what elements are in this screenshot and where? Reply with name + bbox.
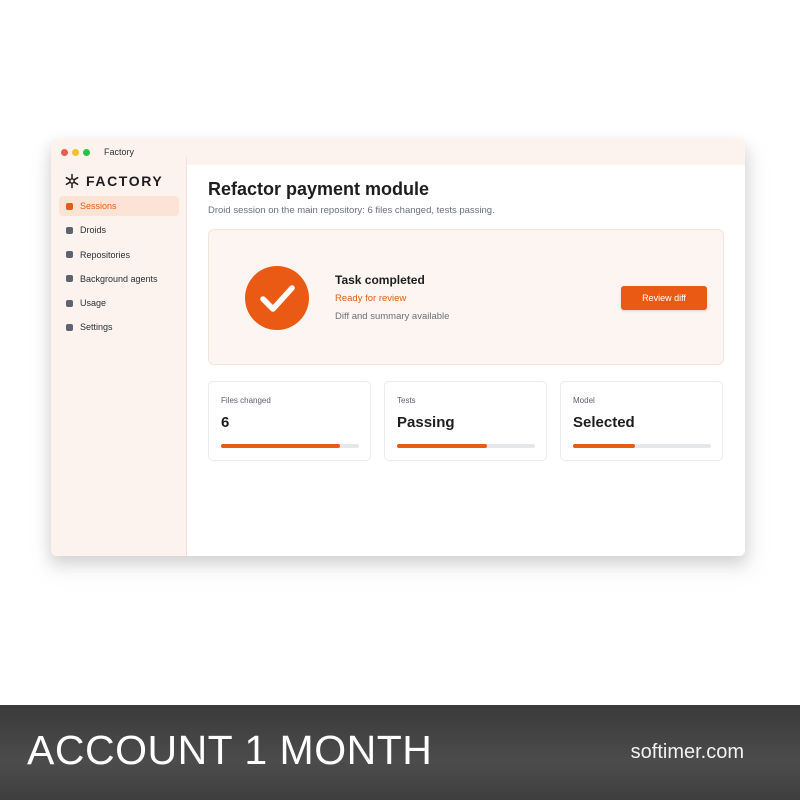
progress-track: [221, 444, 359, 448]
settings-icon: [66, 323, 73, 331]
task-status-note: Diff and summary available: [335, 311, 450, 322]
stat-label: Files changed: [221, 396, 271, 405]
canvas: Factory FACTORY Sessions Droids Reposito…: [0, 0, 800, 800]
stat-label: Model: [573, 396, 595, 405]
review-diff-button[interactable]: Review diff: [621, 286, 707, 310]
sidebar-item-droids[interactable]: Droids: [59, 220, 179, 240]
sidebar-item-usage[interactable]: Usage: [59, 293, 179, 313]
banner-site: softimer.com: [630, 741, 744, 763]
progress-fill: [573, 444, 636, 448]
sidebar-item-settings[interactable]: Settings: [59, 317, 179, 337]
progress-fill: [221, 444, 340, 448]
stat-label: Tests: [397, 396, 416, 405]
progress-track: [573, 444, 711, 448]
task-status-title: Task completed: [335, 273, 425, 287]
repositories-icon: [66, 251, 73, 259]
logo-text: FACTORY: [86, 173, 164, 189]
sidebar-nav: Sessions Droids Repositories Background …: [59, 196, 179, 342]
stat-card-files-changed: Files changed 6: [208, 381, 371, 461]
sidebar-item-label: Background agents: [80, 273, 158, 284]
task-status-card: Task completed Ready for review Diff and…: [208, 229, 724, 365]
sidebar-item-sessions[interactable]: Sessions: [59, 196, 179, 216]
sidebar-item-label: Droids: [80, 225, 107, 236]
promo-banner: ACCOUNT 1 MONTH softimer.com: [0, 705, 800, 800]
logo: FACTORY: [64, 173, 163, 189]
sidebar-item-label: Sessions: [80, 201, 117, 211]
stat-value: Selected: [573, 414, 635, 431]
usage-icon: [66, 299, 73, 307]
sidebar-item-label: Settings: [80, 322, 113, 333]
stat-card-tests: Tests Passing: [384, 381, 547, 461]
sidebar-item-label: Usage: [80, 298, 107, 309]
task-status-text: Ready for review: [335, 293, 407, 304]
sessions-icon: [66, 202, 73, 210]
progress-track: [397, 444, 535, 448]
stat-card-model: Model Selected: [560, 381, 723, 461]
background-agents-icon: [66, 275, 73, 283]
sidebar-item-label: Repositories: [80, 249, 131, 260]
droids-icon: [66, 226, 73, 234]
close-window-button[interactable]: [61, 148, 68, 156]
progress-fill: [397, 444, 487, 448]
maximize-window-button[interactable]: [83, 148, 90, 156]
stat-value: Passing: [397, 414, 455, 431]
sidebar: FACTORY Sessions Droids Repositories Bac…: [51, 157, 187, 556]
page-title: Refactor payment module: [208, 179, 430, 199]
banner-title: ACCOUNT 1 MONTH: [27, 727, 433, 773]
page-subtitle: Droid session on the main repository: 6 …: [208, 205, 495, 216]
checkmark-circle-icon: [245, 266, 309, 330]
sidebar-item-background-agents[interactable]: Background agents: [59, 269, 179, 289]
snowflake-asterisk-icon: [65, 173, 79, 189]
window-title: Factory: [104, 147, 135, 157]
sidebar-item-repositories[interactable]: Repositories: [59, 245, 179, 265]
stat-value: 6: [221, 414, 230, 431]
app-window: Factory FACTORY Sessions Droids Reposito…: [51, 139, 745, 556]
minimize-window-button[interactable]: [72, 148, 79, 156]
main-content: Refactor payment module Droid session on…: [188, 165, 745, 556]
